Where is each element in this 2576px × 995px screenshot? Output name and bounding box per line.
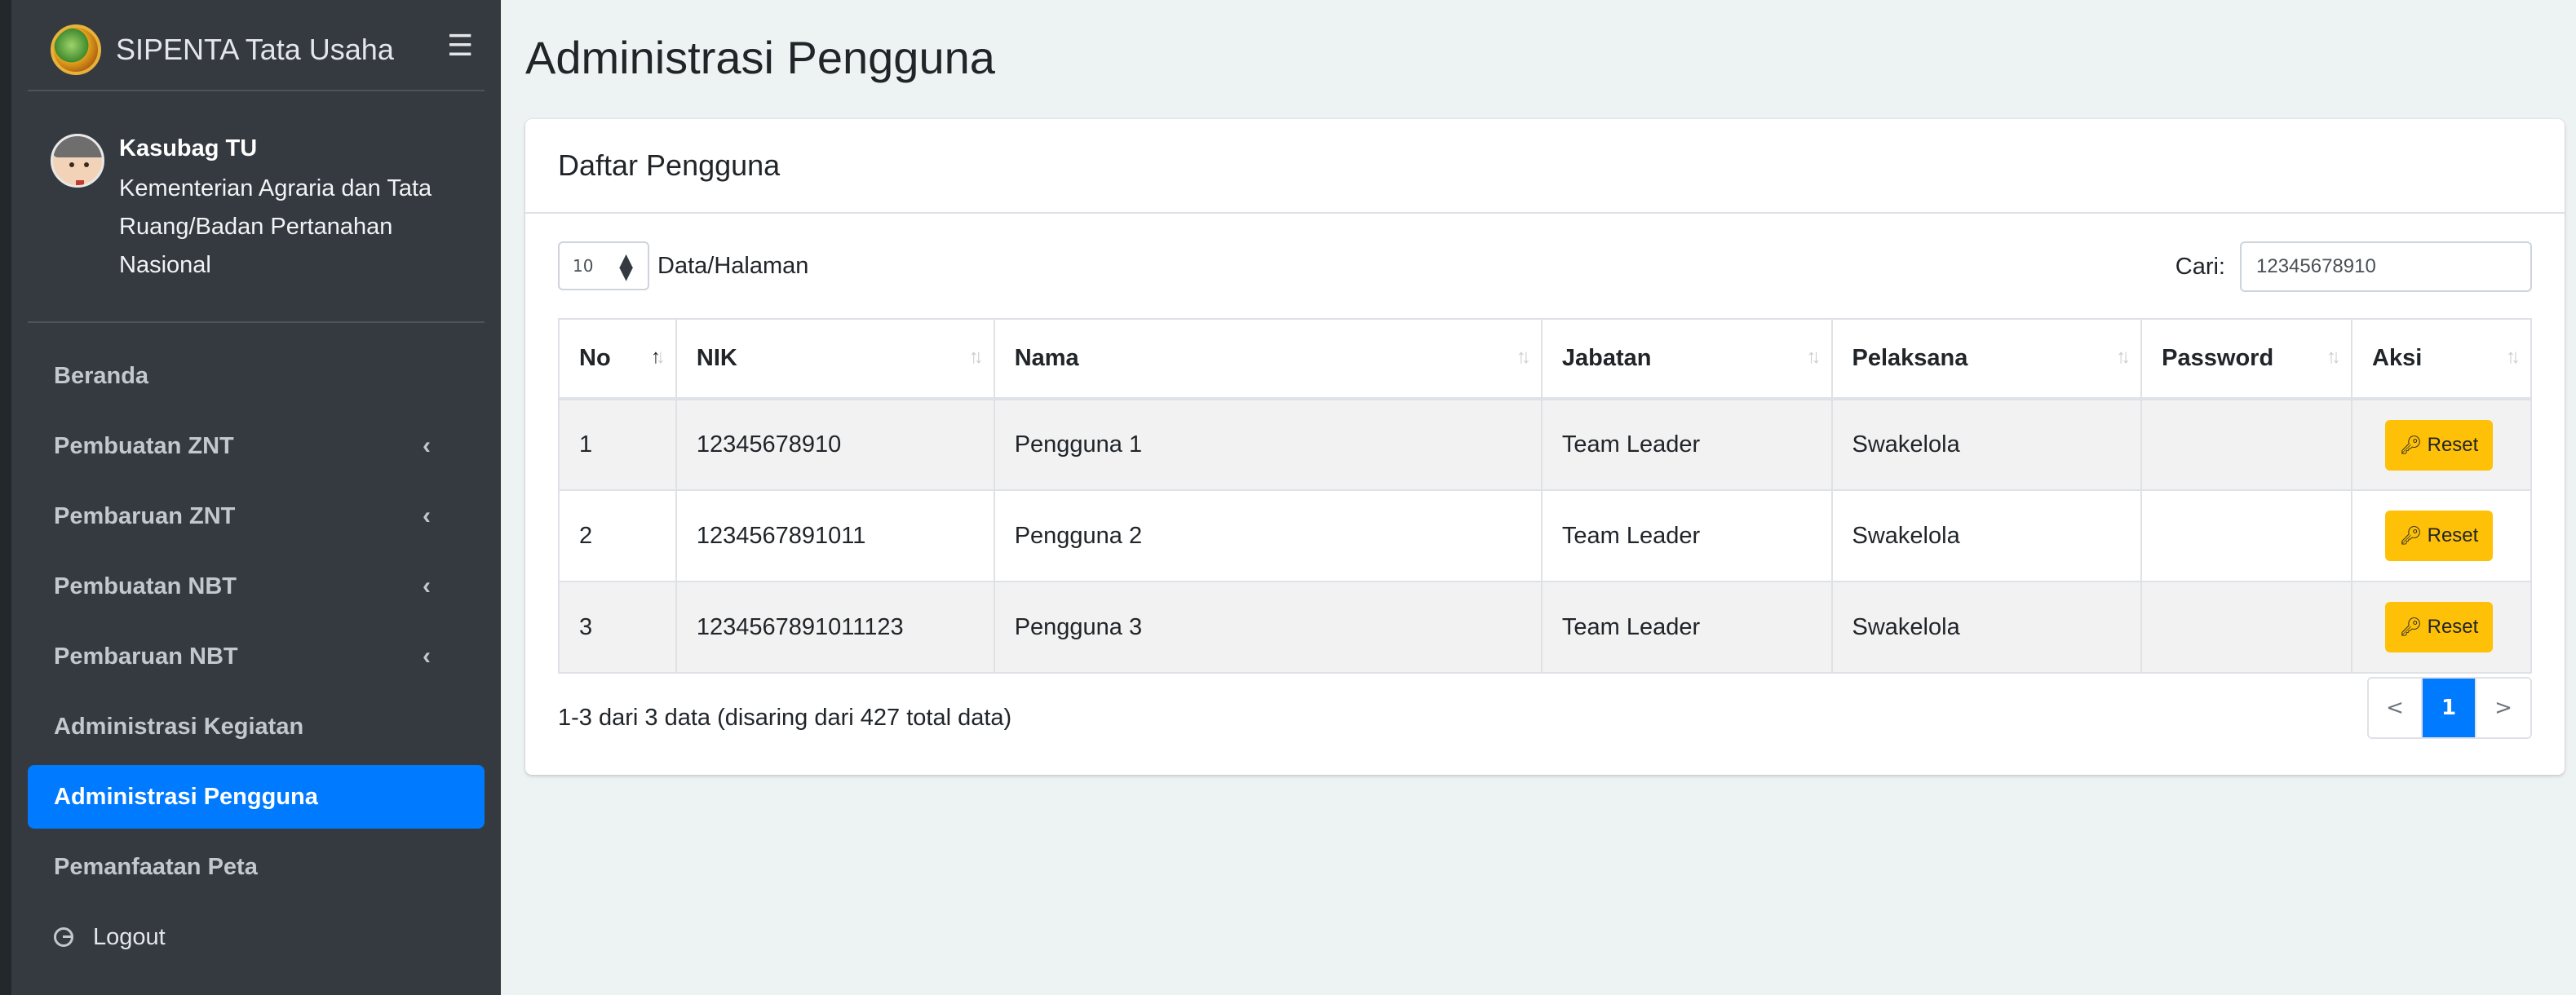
column-header-nama[interactable]: Nama ↑↓ xyxy=(993,318,1543,400)
sidebar-item-label: Pembuatan ZNT xyxy=(54,432,234,459)
sidebar-item-pembuatan-nbt[interactable]: Pembuatan NBT ‹ xyxy=(28,555,485,618)
column-header-no[interactable]: No ↑↓ xyxy=(558,318,677,400)
next-page-button[interactable]: > xyxy=(2476,679,2530,737)
brand-link[interactable]: SIPENTA Tata Usaha xyxy=(28,10,485,91)
sidebar-item-administrasi-pengguna[interactable]: Administrasi Pengguna xyxy=(28,765,485,829)
logout-icon xyxy=(54,927,73,947)
sidebar-item-label: Pembaruan NBT xyxy=(54,643,238,670)
sort-icon: ↑↓ xyxy=(2506,346,2521,368)
cell-jabatan: Team Leader xyxy=(1540,489,1833,582)
page-length-value: 10 xyxy=(573,256,594,276)
hamburger-icon[interactable]: ☰ xyxy=(447,29,473,63)
sort-icon: ↑↓ xyxy=(2116,346,2131,368)
user-panel: Kasubag TU Kementerian Agraria dan Tata … xyxy=(28,91,485,323)
cell-nik: 1234567891011 xyxy=(675,489,995,582)
sidebar-item-label: Pembaruan ZNT xyxy=(54,502,236,529)
user-table: No ↑↓ NIK ↑↓ Nama ↑↓ Jabatan ↑↓ Pelaksana ↑↓ … xyxy=(558,318,2532,674)
column-header-aksi[interactable]: Aksi ↑↓ xyxy=(2351,318,2532,400)
sort-icon: ↑↓ xyxy=(1806,346,1821,368)
cell-no: 2 xyxy=(558,489,677,582)
cell-aksi: 🔑︎ Reset xyxy=(2351,581,2532,674)
sidebar-item-pembaruan-nbt[interactable]: Pembaruan NBT ‹ xyxy=(28,625,485,688)
sidebar-item-label: Pembuatan NBT xyxy=(54,573,237,599)
table-header-row: No ↑↓ NIK ↑↓ Nama ↑↓ Jabatan ↑↓ Pelaksana ↑↓ … xyxy=(558,318,2532,400)
column-header-jabatan[interactable]: Jabatan ↑↓ xyxy=(1540,318,1833,400)
select-arrows-icon: ▲ ▼ xyxy=(619,250,633,284)
cell-nama: Pengguna 1 xyxy=(993,398,1543,491)
cell-jabatan: Team Leader xyxy=(1540,581,1833,674)
search-control: Cari: xyxy=(2175,241,2532,292)
cell-pelaksana: Swakelola xyxy=(1830,489,2143,582)
sidebar-item-pembuatan-znt[interactable]: Pembuatan ZNT ‹ xyxy=(28,414,485,478)
sidebar-nav: Beranda Pembuatan ZNT ‹ Pembaruan ZNT ‹ … xyxy=(28,344,485,975)
cell-no: 3 xyxy=(558,581,677,674)
sidebar-item-pembaruan-znt[interactable]: Pembaruan ZNT ‹ xyxy=(28,484,485,548)
reset-password-button[interactable]: 🔑︎ Reset xyxy=(2385,511,2494,561)
sort-asc-icon: ↑↓ xyxy=(650,346,666,368)
sidebar-item-administrasi-kegiatan[interactable]: Administrasi Kegiatan xyxy=(28,695,485,758)
sidebar-item-label: Pemanfaatan Peta xyxy=(54,853,258,880)
logout-label: Logout xyxy=(93,923,166,950)
table-row: 2 1234567891011 Pengguna 2 Team Leader S… xyxy=(558,489,2532,582)
sidebar-item-pemanfaatan-peta[interactable]: Pemanfaatan Peta xyxy=(28,835,485,899)
column-header-pelaksana[interactable]: Pelaksana ↑↓ xyxy=(1830,318,2143,400)
cell-nama: Pengguna 3 xyxy=(993,581,1543,674)
chevron-left-icon: ‹ xyxy=(423,573,431,599)
cell-nik: 1234567891011123 xyxy=(675,581,995,674)
cell-password xyxy=(2140,489,2353,582)
cell-pelaksana: Swakelola xyxy=(1830,398,2143,491)
cell-aksi: 🔑︎ Reset xyxy=(2351,489,2532,582)
sidebar-item-label: Administrasi Kegiatan xyxy=(54,713,304,740)
globe-logo-icon xyxy=(51,24,101,75)
search-label: Cari: xyxy=(2175,253,2225,280)
user-list-card: Daftar Pengguna 10 ▲ ▼ Data/Halaman Cari:… xyxy=(525,119,2565,775)
chevron-left-icon: ‹ xyxy=(423,502,431,529)
cell-password xyxy=(2140,398,2353,491)
user-organization: Kementerian Agraria dan Tata Ruang/Badan… xyxy=(119,175,432,278)
page-length-control: 10 ▲ ▼ Data/Halaman xyxy=(558,241,808,290)
card-title: Daftar Pengguna xyxy=(525,119,2565,214)
page-length-label: Data/Halaman xyxy=(657,252,809,279)
cell-nik: 12345678910 xyxy=(675,398,995,491)
key-icon: 🔑︎ xyxy=(2399,525,2423,546)
prev-page-button[interactable]: < xyxy=(2369,679,2423,737)
table-info: 1-3 dari 3 data (disaring dari 427 total… xyxy=(558,705,1012,731)
main-content: Administrasi Pengguna Daftar Pengguna 10… xyxy=(501,10,2576,995)
sort-icon: ↑↓ xyxy=(2326,346,2341,368)
sort-icon: ↑↓ xyxy=(968,346,984,368)
page-title: Administrasi Pengguna xyxy=(525,32,995,83)
cell-aksi: 🔑︎ Reset xyxy=(2351,398,2532,491)
sort-icon: ↑↓ xyxy=(1516,346,1531,368)
sidebar-item-label: Beranda xyxy=(54,362,149,389)
sidebar: SIPENTA Tata Usaha ☰ Kasubag TU Kementer… xyxy=(0,0,501,995)
table-row: 1 12345678910 Pengguna 1 Team Leader Swa… xyxy=(558,398,2532,491)
key-icon: 🔑︎ xyxy=(2399,434,2423,455)
sidebar-edge xyxy=(0,0,11,995)
page-length-select[interactable]: 10 ▲ ▼ xyxy=(558,241,649,290)
sidebar-item-beranda[interactable]: Beranda xyxy=(28,344,485,408)
avatar[interactable] xyxy=(51,134,104,188)
key-icon: 🔑︎ xyxy=(2399,617,2423,637)
chevron-left-icon: ‹ xyxy=(423,643,431,670)
chevron-left-icon: ‹ xyxy=(423,432,431,459)
pagination: < 1 > xyxy=(2367,677,2532,739)
column-header-nik[interactable]: NIK ↑↓ xyxy=(675,318,995,400)
brand-title: SIPENTA Tata Usaha xyxy=(116,33,394,66)
cell-pelaksana: Swakelola xyxy=(1830,581,2143,674)
cell-password xyxy=(2140,581,2353,674)
cell-jabatan: Team Leader xyxy=(1540,398,1833,491)
user-role[interactable]: Kasubag TU xyxy=(119,135,257,162)
logout-link[interactable]: Logout xyxy=(28,905,485,969)
column-header-password[interactable]: Password ↑↓ xyxy=(2140,318,2353,400)
page-1-button[interactable]: 1 xyxy=(2423,679,2476,737)
table-row: 3 1234567891011123 Pengguna 3 Team Leade… xyxy=(558,581,2532,674)
cell-no: 1 xyxy=(558,398,677,491)
reset-password-button[interactable]: 🔑︎ Reset xyxy=(2385,419,2494,471)
search-input[interactable] xyxy=(2240,241,2532,292)
reset-password-button[interactable]: 🔑︎ Reset xyxy=(2385,602,2494,652)
cell-nama: Pengguna 2 xyxy=(993,489,1543,582)
sidebar-item-label: Administrasi Pengguna xyxy=(54,783,318,810)
